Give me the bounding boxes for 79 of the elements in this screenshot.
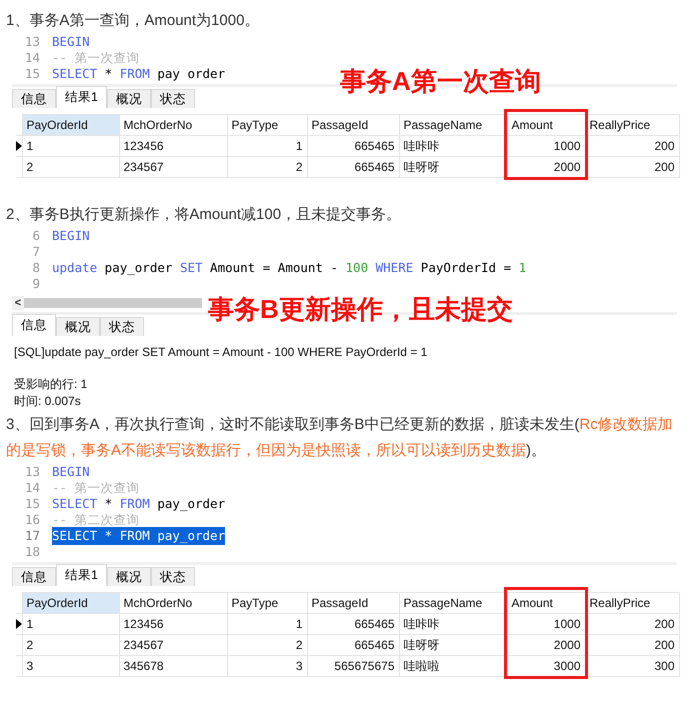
line-number: 7	[31, 242, 41, 261]
line-number: 9	[31, 274, 41, 293]
table-cell: 哇呀呀	[399, 156, 507, 178]
column-header[interactable]: Amount	[507, 114, 585, 136]
table-cell: 2	[227, 634, 307, 656]
table-cell: 665465	[307, 156, 399, 178]
line-number: 16	[24, 510, 41, 529]
table-cell: 2	[22, 634, 119, 656]
table-cell: 3	[22, 656, 119, 676]
table-cell: 665465	[307, 614, 399, 634]
table-cell: 234567	[119, 156, 227, 178]
column-header[interactable]: PayType	[227, 114, 307, 136]
table-cell: 345678	[119, 656, 227, 676]
column-header[interactable]: ReallyPrice	[585, 114, 679, 136]
tab[interactable]: 结果1	[56, 86, 107, 108]
table-cell: 665465	[307, 634, 399, 656]
table-cell: 2	[22, 156, 119, 178]
tab[interactable]: 状态	[100, 317, 144, 336]
line-number: 18	[24, 542, 41, 561]
tab[interactable]: 信息	[12, 314, 56, 336]
tab[interactable]: 结果1	[56, 564, 107, 586]
column-header[interactable]: PassageId	[307, 114, 399, 136]
table-cell: 3	[227, 656, 307, 676]
table-cell: 300	[585, 656, 679, 676]
section-heading: 3、回到事务A，再次执行查询，这时不能读取到事务B中已经更新的数据，脏读未发生(Rc修改数据加的是写锁，事务A不能读写该数据行，但因为是快照读，所以可以读到历史数据)。	[6, 415, 674, 461]
line-number: 15	[24, 494, 41, 513]
line-number: 8	[31, 258, 41, 277]
table-cell: 200	[585, 614, 679, 634]
table-cell: 哇呀呀	[399, 634, 507, 656]
column-header[interactable]: MchOrderNo	[119, 592, 227, 614]
tab[interactable]: 信息	[12, 567, 56, 586]
message-text: 时间: 0.007s	[14, 393, 82, 410]
table-cell: 200	[585, 156, 679, 178]
table-cell: 123456	[119, 614, 227, 634]
table-cell: 665465	[307, 136, 399, 156]
table-cell: 哇咔咔	[399, 136, 507, 156]
line-number: 13	[24, 462, 41, 481]
tab[interactable]: 概况	[56, 317, 100, 336]
table-cell: 2	[227, 156, 307, 178]
column-header[interactable]: PayOrderId	[22, 592, 119, 614]
message-text: [SQL]update pay_order SET Amount = Amount - 100 WHERE PayOrderId = 1	[14, 344, 428, 360]
scroll-left-button[interactable]: <	[12, 296, 24, 310]
column-header[interactable]: PayType	[227, 592, 307, 614]
column-header[interactable]: ReallyPrice	[585, 592, 679, 614]
line-number: 15	[24, 64, 41, 83]
column-header[interactable]: PassageName	[399, 114, 507, 136]
annotation-text: 事务B更新操作，且未提交	[208, 294, 513, 324]
line-number: 13	[24, 32, 41, 51]
line-number: 6	[31, 226, 41, 245]
table-cell: 1	[227, 136, 307, 156]
table-cell: 565675675	[307, 656, 399, 676]
column-header[interactable]: MchOrderNo	[119, 114, 227, 136]
table-cell: 哇咔咔	[399, 614, 507, 634]
table-cell: 200	[585, 136, 679, 156]
line-number: 14	[24, 478, 41, 497]
tab[interactable]: 概况	[106, 567, 151, 586]
tab[interactable]: 状态	[150, 567, 195, 586]
annotation-text: 事务A第一次查询	[340, 66, 541, 96]
table-cell: 234567	[119, 634, 227, 656]
line-number: 17	[24, 526, 41, 545]
message-text: 受影响的行: 1	[14, 376, 88, 393]
table-cell: 1	[22, 136, 119, 156]
column-header[interactable]: PayOrderId	[22, 114, 119, 136]
tab[interactable]: 状态	[150, 89, 195, 108]
table-cell: 123456	[119, 136, 227, 156]
tab[interactable]: 信息	[12, 89, 56, 108]
table-cell: 1	[227, 614, 307, 634]
table-cell: 200	[585, 634, 679, 656]
current-row-icon	[16, 141, 22, 151]
line-number: 14	[24, 48, 41, 67]
current-row-icon	[16, 619, 22, 629]
tab[interactable]: 概况	[106, 89, 151, 108]
section-heading: 2、事务B执行更新操作，将Amount减100，且未提交事务。	[6, 205, 402, 225]
column-header[interactable]: PassageName	[399, 592, 507, 614]
table-cell: 哇啦啦	[399, 656, 507, 676]
column-header[interactable]: Amount	[507, 592, 585, 614]
table-cell: 1	[22, 614, 119, 634]
section-heading: 1、事务A第一查询，Amount为1000。	[6, 11, 260, 31]
column-header[interactable]: PassageId	[307, 592, 399, 614]
